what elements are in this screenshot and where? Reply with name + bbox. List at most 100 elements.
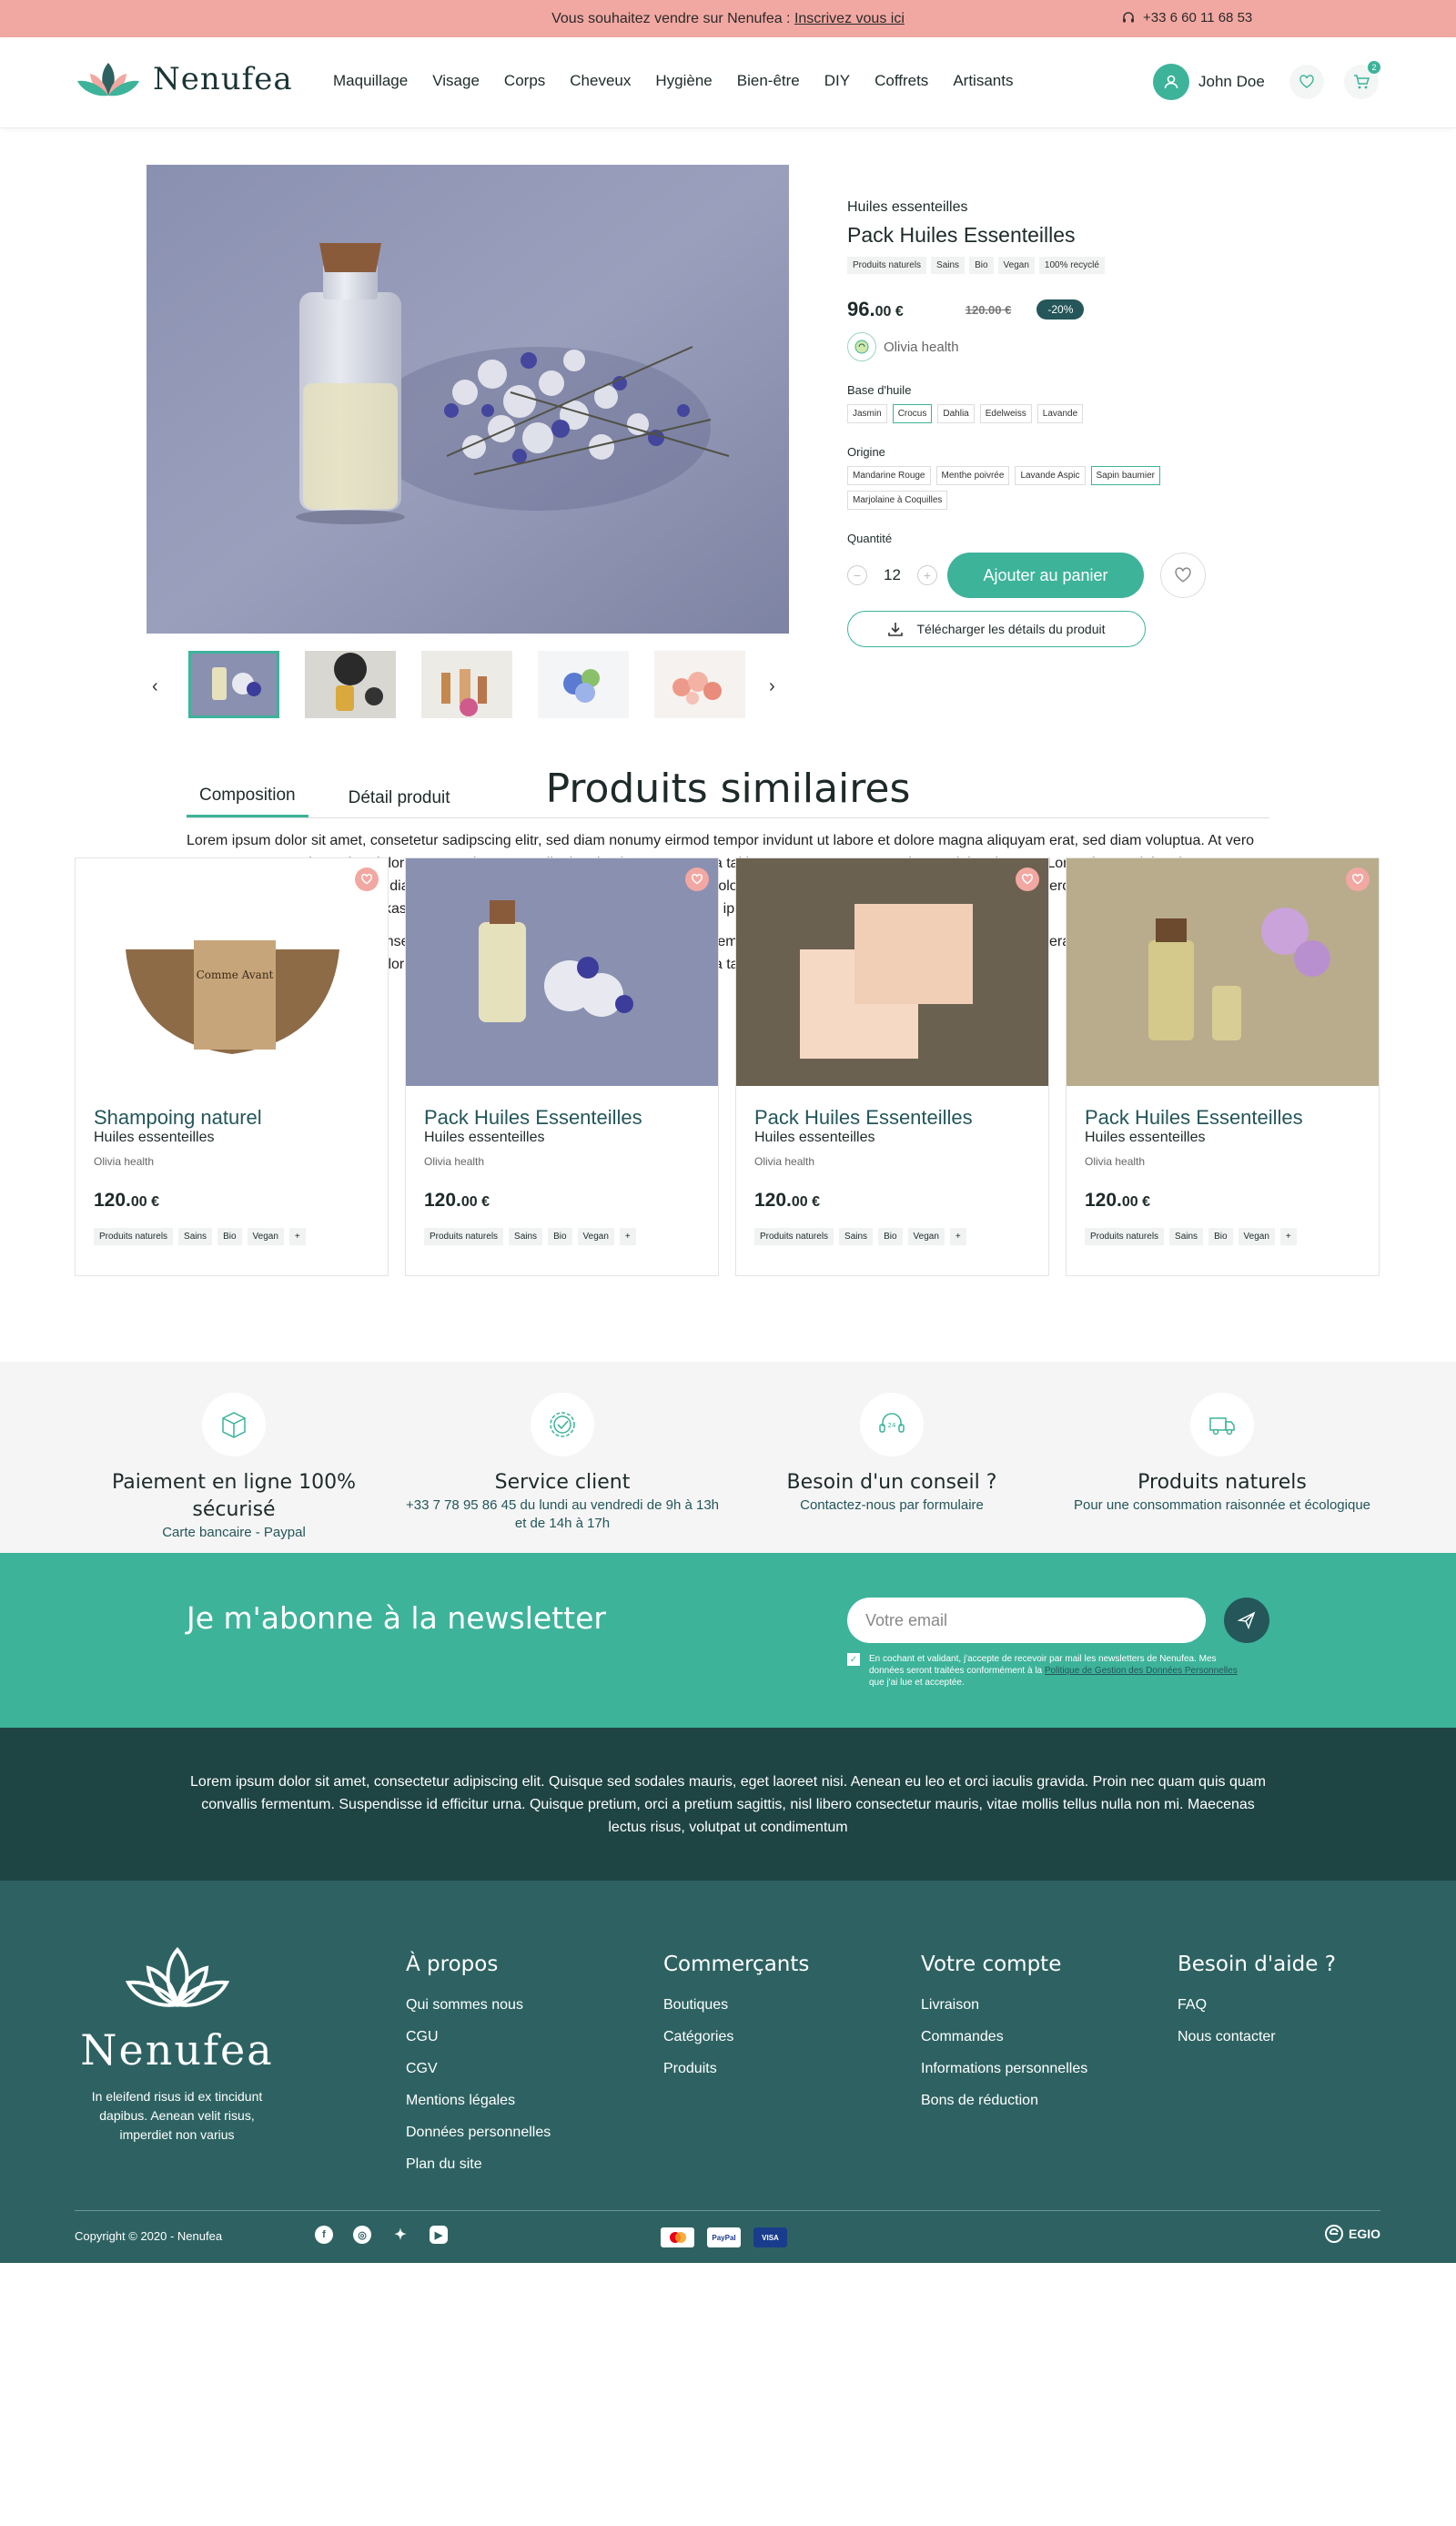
origin-option-mandarine[interactable]: Mandarine Rouge: [847, 466, 931, 485]
base-option-lavande[interactable]: Lavande: [1036, 404, 1084, 423]
nav-item-maquillage[interactable]: Maquillage: [333, 72, 408, 90]
twitter-icon[interactable]: ✦: [391, 2226, 410, 2244]
nav-item-corps[interactable]: Corps: [504, 72, 545, 90]
footer-logo-text: Nenufea: [80, 2025, 274, 2075]
user-account[interactable]: John Doe: [1153, 64, 1265, 100]
base-option-edelweiss[interactable]: Edelweiss: [979, 404, 1032, 423]
nav-item-diy[interactable]: DIY: [824, 72, 850, 90]
footer-column-besoin-aide: Besoin d'aide ? FAQ Nous contacter: [1178, 1953, 1336, 2053]
quantity-value[interactable]: 12: [884, 566, 901, 584]
card-tag-more[interactable]: +: [288, 1228, 306, 1245]
base-option-crocus[interactable]: Crocus: [892, 404, 933, 423]
newsletter-submit-button[interactable]: [1224, 1598, 1269, 1643]
thumbnail-1[interactable]: [188, 651, 279, 718]
phone-contact[interactable]: +33 6 60 11 68 53: [1121, 10, 1252, 25]
card-tag: Sains: [178, 1228, 213, 1245]
footer-link[interactable]: Qui sommes nous: [406, 1989, 551, 2021]
footer-link[interactable]: Plan du site: [406, 2148, 551, 2180]
about-text: Lorem ipsum dolor sit amet, consectetur …: [190, 1773, 1266, 1835]
logo[interactable]: Nenufea: [75, 57, 293, 101]
product-card[interactable]: Pack Huiles Essenteilles Huiles essentei…: [1066, 857, 1380, 1276]
card-tag: Bio: [878, 1228, 903, 1245]
consent-checkbox[interactable]: ✓: [847, 1653, 860, 1666]
base-option-jasmin[interactable]: Jasmin: [847, 404, 887, 423]
thumbnail-4[interactable]: [538, 651, 629, 718]
seller[interactable]: Olivia health: [847, 332, 1302, 361]
product-card[interactable]: Pack Huiles Essenteilles Huiles essentei…: [735, 857, 1049, 1276]
footer-link[interactable]: Commandes: [921, 2021, 1087, 2053]
footer-link[interactable]: FAQ: [1178, 1989, 1336, 2021]
thumbnail-5[interactable]: [654, 651, 745, 718]
thumb-prev-arrow[interactable]: ‹: [152, 676, 158, 697]
agency-credit[interactable]: EGIO: [1324, 2224, 1380, 2244]
download-icon: [888, 623, 904, 636]
sell-signup-link[interactable]: Inscrivez vous ici: [794, 11, 905, 26]
card-wishlist-button[interactable]: [1016, 867, 1039, 891]
footer-link[interactable]: Nous contacter: [1178, 2021, 1336, 2053]
user-icon: [1153, 64, 1189, 100]
thumb-next-arrow[interactable]: ›: [769, 676, 775, 697]
card-wishlist-button[interactable]: [1346, 867, 1370, 891]
product-main-image: [147, 165, 789, 634]
add-to-wishlist-button[interactable]: [1160, 553, 1206, 598]
footer-link[interactable]: Données personnelles: [406, 2116, 551, 2148]
facebook-icon[interactable]: f: [315, 2226, 333, 2244]
footer-link[interactable]: CGV: [406, 2053, 551, 2085]
nav-item-visage[interactable]: Visage: [432, 72, 480, 90]
card-tag-more[interactable]: +: [619, 1228, 636, 1245]
origin-option-menthe[interactable]: Menthe poivrée: [935, 466, 1010, 485]
card-tag-more[interactable]: +: [949, 1228, 966, 1245]
user-name: John Doe: [1198, 73, 1265, 90]
thumbnail-2[interactable]: [305, 651, 396, 718]
thumbnail-3[interactable]: [421, 651, 512, 718]
card-wishlist-button[interactable]: [685, 867, 709, 891]
nav-item-artisants[interactable]: Artisants: [953, 72, 1013, 90]
footer-link[interactable]: Boutiques: [663, 1989, 809, 2021]
nav-item-cheveux[interactable]: Cheveux: [570, 72, 631, 90]
card-tag: Sains: [1169, 1228, 1204, 1245]
seller-name: Olivia health: [884, 339, 959, 355]
card-tag-more[interactable]: +: [1279, 1228, 1297, 1245]
quantity-plus-button[interactable]: +: [916, 565, 937, 585]
lotus-logo-icon: [77, 63, 139, 96]
card-name: Pack Huiles Essenteilles: [754, 1106, 973, 1129]
nav-item-bien-etre[interactable]: Bien-être: [737, 72, 800, 90]
features-band: Paiement en ligne 100% sécurisé Carte ba…: [0, 1362, 1456, 1553]
wishlist-button[interactable]: [1289, 65, 1324, 99]
similar-title: Produits similaires: [545, 766, 911, 812]
old-price: 120.00 €: [965, 302, 1012, 317]
add-to-cart-button[interactable]: Ajouter au panier: [947, 553, 1144, 598]
nav-item-hygiene[interactable]: Hygiène: [655, 72, 712, 90]
footer-link[interactable]: CGU: [406, 2021, 551, 2053]
quantity-minus-button[interactable]: −: [847, 565, 867, 585]
origin-option-marjolaine[interactable]: Marjolaine à Coquilles: [847, 491, 948, 510]
footer-column-title: À propos: [406, 1953, 499, 1976]
card-category: Huiles essenteilles: [754, 1130, 875, 1145]
card-category: Huiles essenteilles: [424, 1130, 545, 1145]
footer-link[interactable]: Informations personnelles: [921, 2053, 1087, 2085]
origin-option-sapin[interactable]: Sapin baumier: [1090, 466, 1160, 485]
top-banner: Vous souhaitez vendre sur Nenufea : Insc…: [0, 0, 1456, 37]
feature-item: Service client +33 7 78 95 86 45 du lund…: [399, 1393, 726, 1533]
product-card[interactable]: Pack Huiles Essenteilles Huiles essentei…: [405, 857, 719, 1276]
footer-logo[interactable]: Nenufea In eleifend risus id ex tincidun…: [75, 1944, 279, 2145]
similar-products: Produits similaires Comme Avant Shampoin…: [0, 766, 1456, 1362]
nav-item-coffrets[interactable]: Coffrets: [875, 72, 928, 90]
footer-link[interactable]: Bons de réduction: [921, 2085, 1087, 2116]
cart-button[interactable]: 2: [1344, 61, 1380, 99]
privacy-policy-link[interactable]: Politique de Gestion des Données Personn…: [1045, 1666, 1238, 1676]
newsletter-consent: ✓ En cochant et validant, j'accepte de r…: [847, 1653, 1248, 1689]
origin-option-lavande-aspic[interactable]: Lavande Aspic: [1015, 466, 1086, 485]
instagram-icon[interactable]: ◎: [353, 2226, 371, 2244]
footer-link[interactable]: Produits: [663, 2053, 809, 2085]
product-card[interactable]: Comme Avant Shampoing naturel Huiles ess…: [75, 857, 389, 1276]
footer-link[interactable]: Livraison: [921, 1989, 1087, 2021]
newsletter-email-input[interactable]: Votre email: [847, 1598, 1206, 1643]
footer-column-commercants: Commerçants Boutiques Catégories Produit…: [663, 1953, 809, 2085]
download-details-button[interactable]: Télécharger les détails du produit: [847, 611, 1146, 647]
footer-link[interactable]: Mentions légales: [406, 2085, 551, 2116]
footer-link[interactable]: Catégories: [663, 2021, 809, 2053]
card-wishlist-button[interactable]: [355, 867, 379, 891]
base-option-dahlia[interactable]: Dahlia: [937, 404, 975, 423]
youtube-icon[interactable]: ▶: [430, 2226, 448, 2244]
